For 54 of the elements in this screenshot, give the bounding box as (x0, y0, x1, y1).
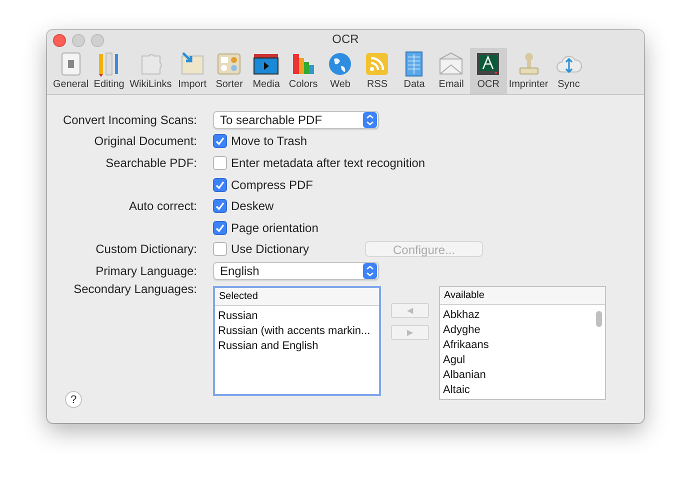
list-item[interactable]: Afrikaans (440, 338, 605, 353)
checkbox[interactable] (213, 156, 227, 170)
list-item[interactable]: Russian (215, 308, 379, 324)
list-item[interactable]: Russian (with accents markin... (215, 324, 379, 339)
toolbar-tab[interactable]: Import (174, 48, 211, 94)
toolbar-tab[interactable]: Editing (90, 48, 128, 94)
checkbox[interactable] (213, 242, 227, 256)
toolbar-tab[interactable]: WikiLinks (128, 48, 174, 94)
list-item[interactable]: Russian and English (215, 338, 379, 354)
checkbox[interactable] (213, 134, 227, 148)
list-item[interactable]: Adyghe (440, 322, 605, 338)
field-label: Searchable PDF: (106, 156, 197, 170)
checkbox-option[interactable]: Enter metadata after text recognition (213, 156, 426, 170)
help-button[interactable]: ? (65, 391, 82, 408)
checkbox-option[interactable]: Page orientation (213, 220, 318, 235)
field-label: Primary Language: (96, 264, 197, 278)
list-item[interactable]: Abkhaz (440, 308, 605, 323)
checkbox[interactable] (213, 220, 227, 235)
list-item[interactable]: Agul (440, 352, 605, 368)
selected-languages-list[interactable]: Selected Russian Russian (with accents markin... Russian and English (213, 286, 381, 396)
toolbar-tab[interactable]: OCR (470, 48, 507, 94)
scrollbar-thumb[interactable] (596, 310, 602, 327)
toolbar-tab[interactable]: General (51, 48, 91, 94)
field-label: Convert Incoming Scans: (62, 112, 197, 127)
dropdown[interactable]: English (213, 262, 379, 280)
toolbar-tab[interactable]: Media (248, 48, 285, 94)
toolbar-tab[interactable]: Sync (550, 48, 588, 94)
list-item[interactable]: Albanian (440, 368, 605, 383)
column-header[interactable]: Selected (215, 288, 379, 306)
toolbar-tab[interactable]: Web (322, 48, 359, 94)
checkbox-option[interactable]: Move to Trash (213, 134, 308, 148)
toolbar-tab[interactable]: Data (396, 48, 433, 94)
field-label: Auto correct: (128, 199, 197, 214)
toolbar-tab[interactable]: Colors (284, 48, 322, 94)
toolbar-tab[interactable]: Sorter (210, 48, 248, 94)
list-item[interactable]: Altaic (440, 382, 605, 398)
close-button[interactable] (53, 34, 66, 47)
updown-chevron-icon (363, 262, 377, 279)
toolbar-tab[interactable]: Imprinter (506, 48, 550, 94)
available-languages-list[interactable]: Available Abkhaz Adyghe Afrikaans Agul Albanian Altaic (439, 286, 606, 400)
updown-chevron-icon (363, 112, 377, 128)
checkbox-option[interactable]: Deskew (213, 199, 274, 214)
toolbar-tab[interactable]: Email (432, 48, 470, 94)
checkbox-option[interactable]: Compress PDF (213, 178, 314, 192)
checkbox-option[interactable]: Use Dictionary (213, 242, 310, 256)
field-label: Custom Dictionary: (96, 242, 197, 256)
field-label: Original Document: (94, 134, 197, 148)
window-title: OCR (332, 32, 359, 46)
dropdown[interactable]: To searchable PDF (213, 110, 379, 129)
field-label: Secondary Languages: (74, 282, 197, 296)
checkbox[interactable] (213, 178, 227, 192)
checkbox[interactable] (213, 199, 227, 214)
column-header[interactable]: Available (440, 286, 605, 305)
toolbar-tab[interactable]: RSS (358, 48, 396, 94)
